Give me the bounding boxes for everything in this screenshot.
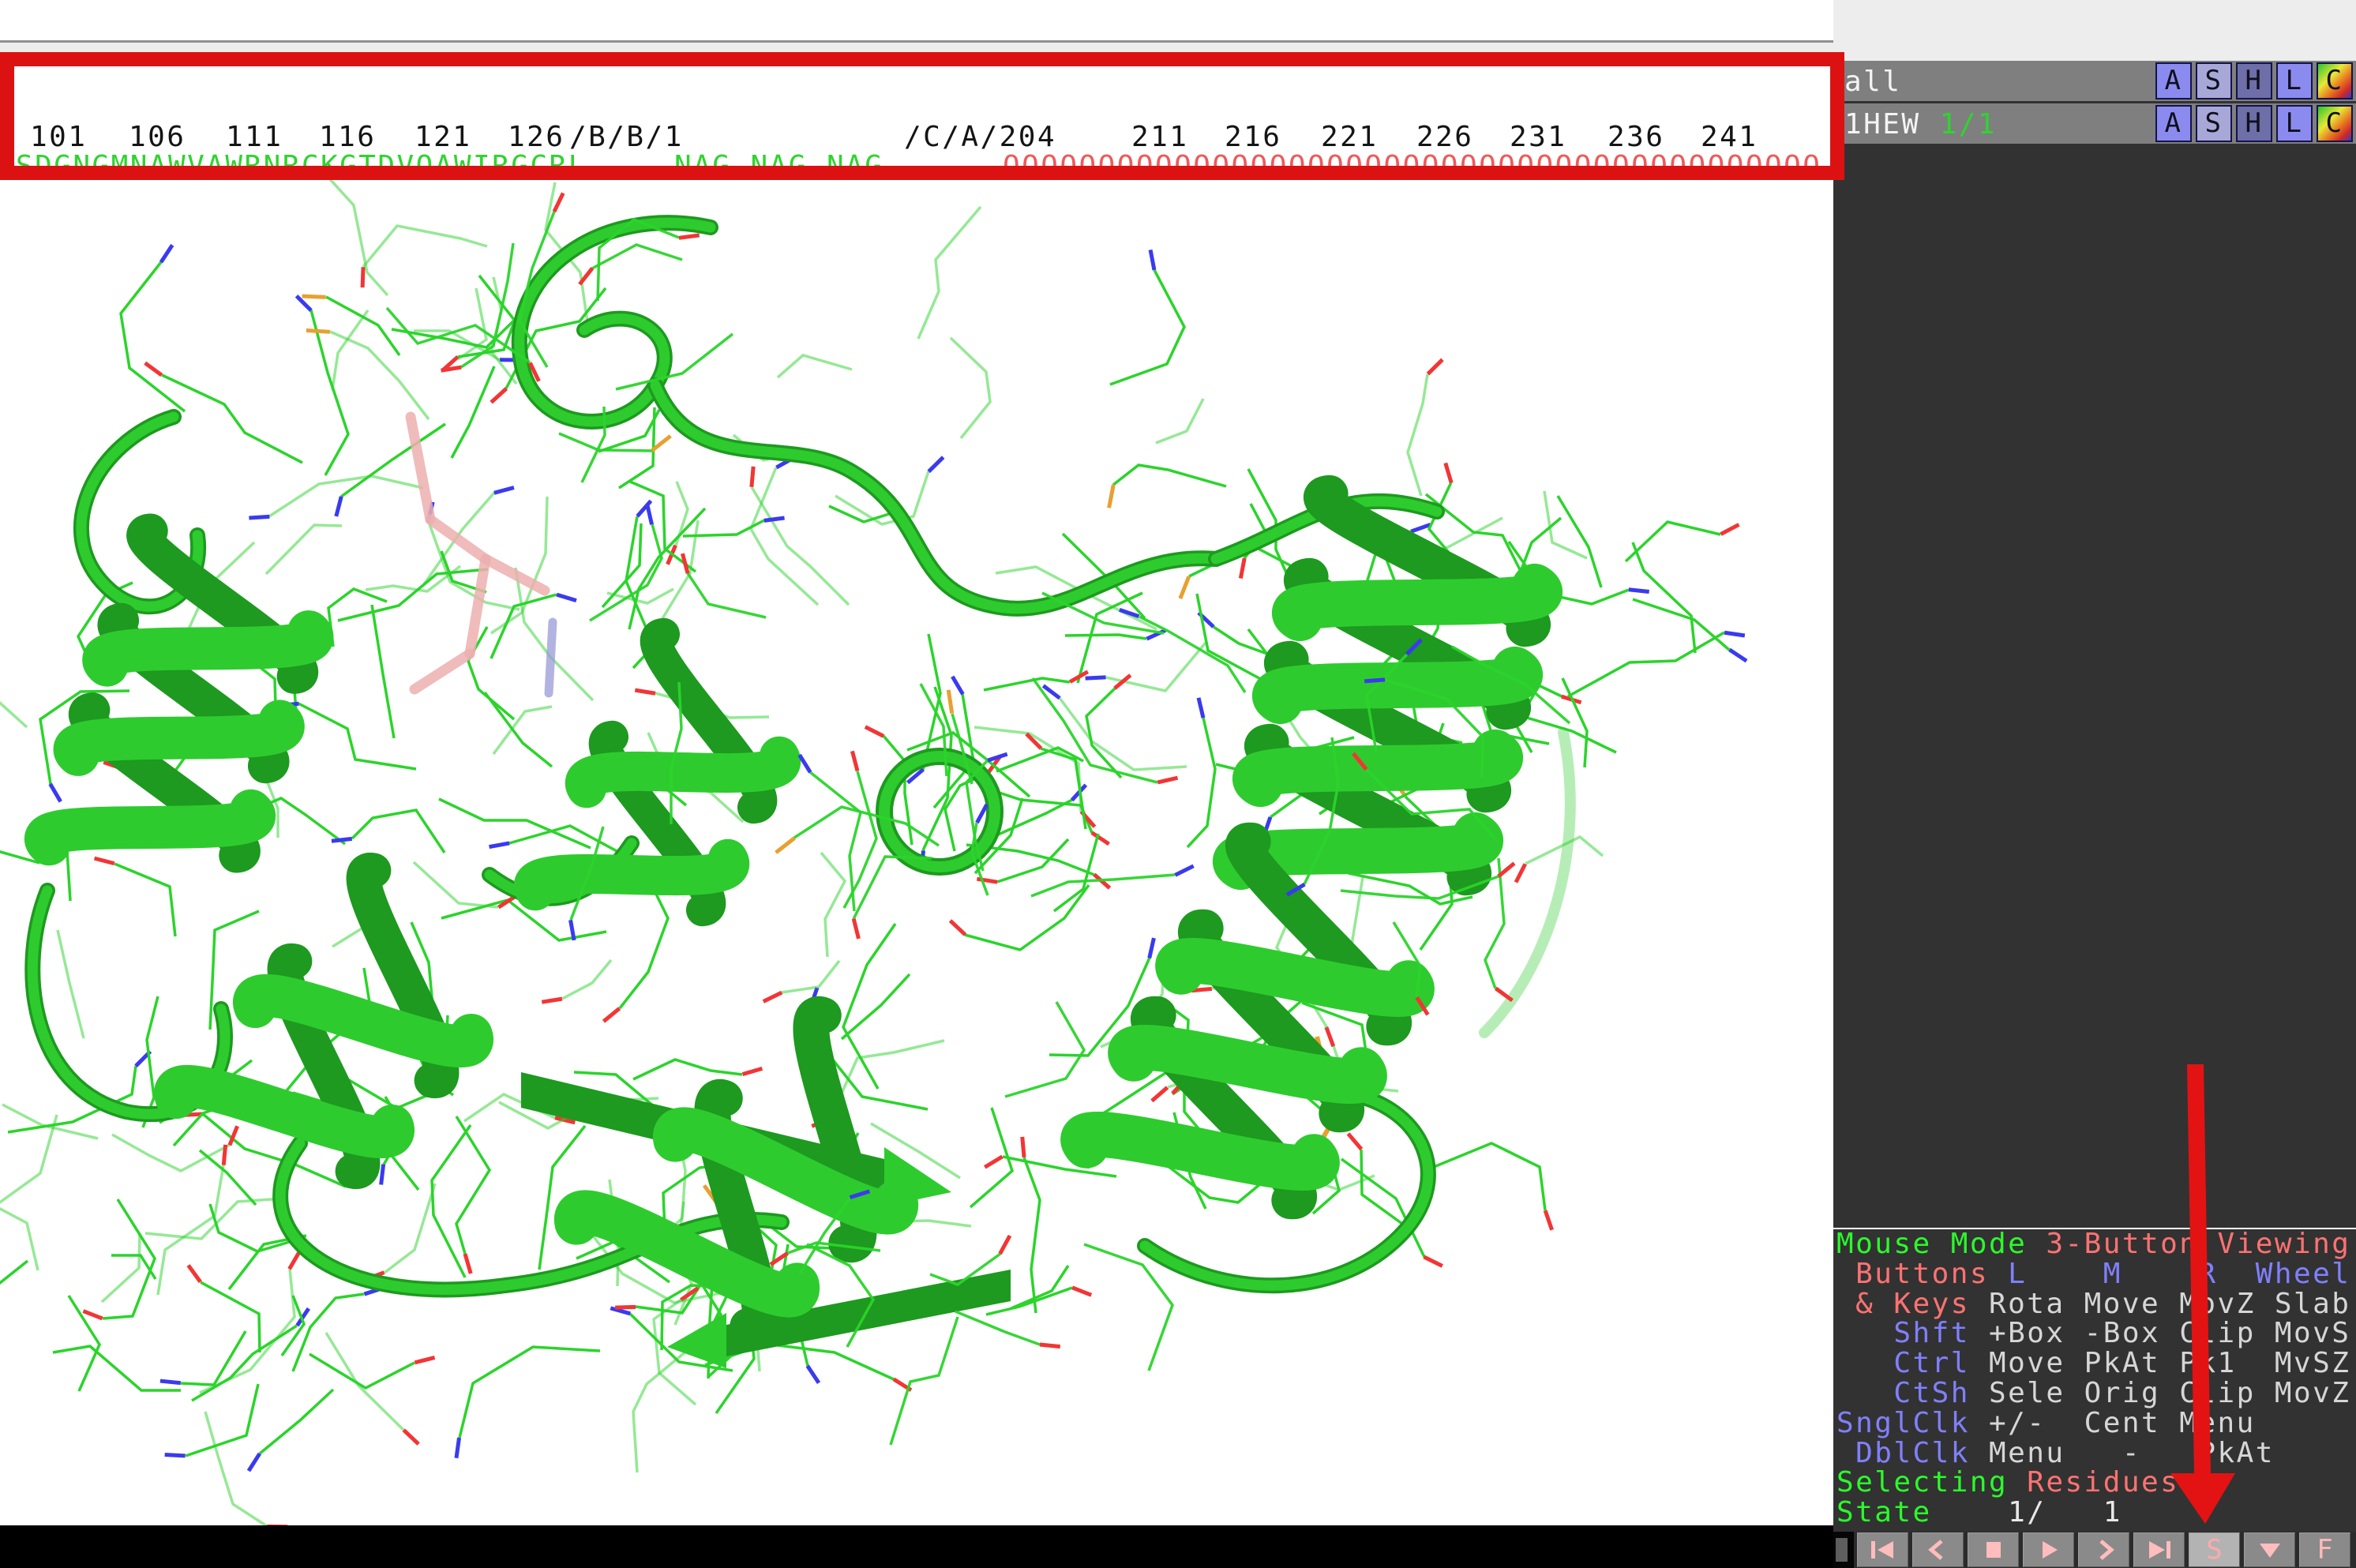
skip-end-icon — [2142, 1536, 2177, 1563]
mouse-panel-line-6: SnglClk +/- Cent Menu — [1833, 1409, 2356, 1439]
sequence-tick: 211 — [1131, 123, 1188, 152]
down-button[interactable] — [2244, 1532, 2295, 1567]
command-bar[interactable] — [0, 1525, 1833, 1568]
sequence-tick: /C/A/204 — [904, 123, 1056, 152]
sequence-tick: 101 — [30, 123, 87, 152]
sequence-ruler: 101 106 111 116 121 126/B/B/1/C/A/204 211 216 22… — [0, 123, 1833, 152]
step-forward-icon — [2087, 1536, 2122, 1563]
skip-start-button[interactable] — [1857, 1532, 1908, 1567]
all-l-menu-button[interactable]: L — [2276, 62, 2313, 99]
object-state-count: 1/1 — [1921, 108, 1998, 141]
object-row-1HEW[interactable]: 1HEW 1/1 ASHLC — [1833, 103, 2356, 144]
sequence-tick: 226 — [1416, 123, 1473, 152]
transport-controls: SF — [1833, 1532, 2356, 1568]
sequence-tick: /B/B/1 — [569, 123, 684, 152]
1hew-c-menu-button[interactable]: C — [2317, 105, 2353, 142]
1hew-s-menu-button[interactable]: S — [2196, 105, 2232, 142]
play-icon — [2031, 1536, 2066, 1563]
1hew-a-menu-button[interactable]: A — [2155, 105, 2192, 142]
mouse-panel-line-7: DblClk Menu - PkAt — [1833, 1439, 2356, 1469]
sequence-tick: 231 — [1510, 123, 1566, 152]
mouse-panel-line-4: Ctrl Move PkAt Pk1 MvSZ — [1833, 1349, 2356, 1379]
sequence-tick: 106 — [129, 123, 186, 152]
full-button[interactable]: F — [2299, 1532, 2350, 1567]
sequence-chain-b[interactable]: SDGNGMNAWVAWRNRCKGTDVQAWIRGCRL — [16, 152, 587, 181]
viewport-3d[interactable] — [0, 180, 1833, 1525]
mouse-panel-line-5: CtSh Sele Orig Clip MovZ — [1833, 1379, 2356, 1409]
object-name[interactable]: 1HEW — [1844, 108, 1921, 141]
stop-icon — [1976, 1536, 2011, 1563]
all-s-menu-button[interactable]: S — [2196, 62, 2232, 99]
stop-button[interactable] — [1968, 1532, 2019, 1567]
down-icon — [2253, 1536, 2287, 1563]
step-back-button[interactable] — [1912, 1532, 1964, 1567]
sequence-chain-c-waters[interactable]: OOOOOOOOOOOOOOOOOOOOOOOOOOOOOOOOOOOOOOOO… — [1003, 152, 1821, 181]
skip-start-icon — [1866, 1536, 1900, 1563]
object-row-all[interactable]: all ASHLC — [1833, 61, 2356, 101]
1hew-l-menu-button[interactable]: L — [2276, 105, 2313, 142]
object-name[interactable]: all — [1844, 66, 1901, 98]
sequence-ligands-nag[interactable]: NAG NAG NAG — [674, 152, 884, 181]
mouse-panel-line-1: Buttons L M R Wheel — [1833, 1259, 2356, 1289]
all-c-menu-button[interactable]: C — [2317, 62, 2353, 99]
sequence-tick: 121 — [415, 123, 471, 152]
state-s-button[interactable]: S — [2189, 1532, 2240, 1567]
sequence-tick: 221 — [1321, 123, 1378, 152]
transport-corner-handle — [1836, 1538, 1848, 1562]
sequence-tick: 236 — [1608, 123, 1664, 152]
step-forward-button[interactable] — [2078, 1532, 2129, 1567]
mouse-panel-line-2: & Keys Rota Move MovZ Slab — [1833, 1289, 2356, 1319]
pymol-window: 101 106 111 116 121 126/B/B/1/C/A/204 211 216 22… — [0, 0, 2356, 1568]
mouse-panel-line-3: Shft +Box -Box Clip MovS — [1833, 1319, 2356, 1349]
sequence-tick: 241 — [1701, 123, 1758, 152]
transport-corner — [1833, 1532, 1854, 1568]
1hew-h-menu-button[interactable]: H — [2236, 105, 2272, 142]
sequence-bar: 101 106 111 116 121 126/B/B/1/C/A/204 211 216 22… — [0, 52, 1833, 180]
play-button[interactable] — [2023, 1532, 2074, 1567]
top-margin — [0, 0, 1833, 40]
molecule-svg — [0, 180, 1833, 1525]
sequence-tick: 111 — [226, 123, 283, 152]
sequence-letters: SDGNGMNAWVAWRNRCKGTDVQAWIRGCRL NAG NAG NA… — [0, 152, 1833, 182]
sequence-tick: 126 — [508, 123, 565, 152]
mouse-panel-line-9: State 1/ 1 — [1833, 1498, 2356, 1528]
all-h-menu-button[interactable]: H — [2236, 62, 2272, 99]
sequence-tick: 216 — [1225, 123, 1281, 152]
step-back-icon — [1921, 1536, 1956, 1563]
mouse-mode-panel: Mouse Mode 3-Button Viewing Buttons L M … — [1833, 1229, 2356, 1532]
mouse-panel-line-8: Selecting Residues — [1833, 1468, 2356, 1498]
skip-end-button[interactable] — [2133, 1532, 2185, 1567]
all-a-menu-button[interactable]: A — [2155, 62, 2192, 99]
sequence-tick: 116 — [319, 123, 376, 152]
mouse-panel-line-0: Mouse Mode 3-Button Viewing — [1833, 1229, 2356, 1259]
side-panel-top — [1833, 0, 2356, 61]
